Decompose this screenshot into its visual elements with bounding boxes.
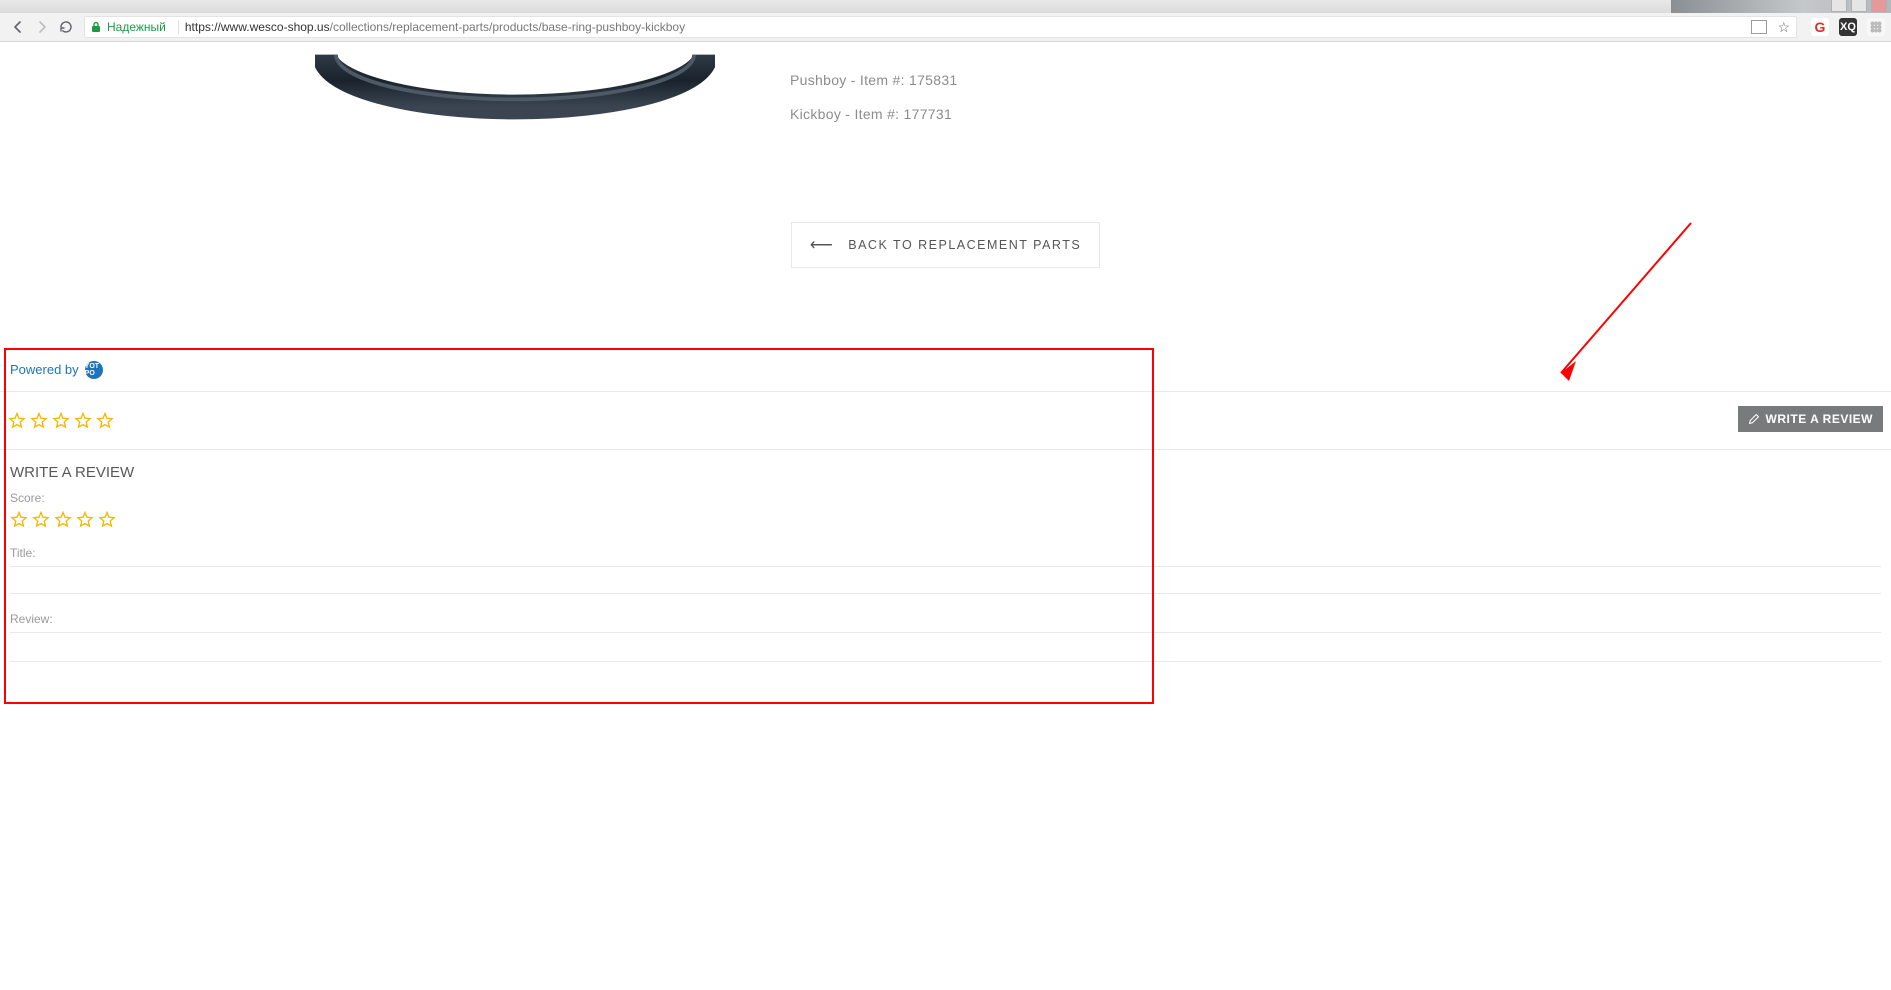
rating-stars (8, 412, 114, 430)
review-body-textarea[interactable] (10, 632, 1881, 662)
reload-button[interactable] (54, 15, 78, 39)
extension-g-icon[interactable]: G (1811, 18, 1829, 36)
back-link-wrap: ⟵ BACK TO REPLACEMENT PARTS (0, 162, 1891, 348)
product-image (240, 42, 790, 162)
product-section: Pushboy - Item #: 175831 Kickboy - Item … (0, 42, 1891, 162)
page-content: Pushboy - Item #: 175831 Kickboy - Item … (0, 42, 1891, 667)
star-outline-icon[interactable] (10, 511, 28, 529)
pencil-icon (1748, 413, 1760, 425)
powered-by-row: Powered by YOT PO (0, 348, 1891, 392)
rating-summary-row: WRITE A REVIEW (0, 392, 1891, 450)
url-text: https://www.wesco-shop.us/collections/re… (185, 20, 685, 34)
close-window-button[interactable] (1871, 0, 1887, 12)
star-outline-icon[interactable] (98, 511, 116, 529)
yotpo-badge-icon: YOT PO (85, 361, 103, 379)
maximize-button[interactable] (1851, 0, 1867, 12)
star-outline-icon (30, 412, 48, 430)
item-line: Kickboy - Item #: 177731 (790, 106, 958, 122)
write-review-button-label: WRITE A REVIEW (1766, 412, 1873, 426)
review-form: WRITE A REVIEW Score: Title: Review: (0, 450, 1891, 667)
product-ring-image (315, 52, 715, 162)
write-review-button[interactable]: WRITE A REVIEW (1738, 406, 1883, 432)
address-bar-actions: ☆ (1751, 19, 1790, 36)
browser-toolbar: Надежный https://www.wesco-shop.us/colle… (0, 13, 1891, 42)
extension-icons: G XQ (1803, 18, 1885, 36)
window-controls (1831, 0, 1887, 12)
review-form-heading: WRITE A REVIEW (10, 464, 1881, 481)
url-host: https://www.wesco-shop.us (185, 20, 330, 34)
score-label: Score: (10, 491, 1881, 505)
back-button[interactable] (6, 15, 30, 39)
forward-button[interactable] (30, 15, 54, 39)
address-bar[interactable]: Надежный https://www.wesco-shop.us/colle… (84, 16, 1797, 38)
star-outline-icon[interactable] (54, 511, 72, 529)
star-outline-icon (8, 412, 26, 430)
item-line: Pushboy - Item #: 175831 (790, 72, 958, 88)
minimize-button[interactable] (1831, 0, 1847, 12)
url-path: /collections/replacement-parts/products/… (330, 20, 686, 34)
powered-by-label: Powered by (10, 362, 79, 377)
review-label: Review: (10, 612, 1881, 626)
star-outline-icon (96, 412, 114, 430)
separator (178, 20, 179, 34)
translate-icon[interactable] (1751, 20, 1767, 34)
score-stars-input[interactable] (10, 511, 1881, 534)
extension-grid-icon[interactable] (1867, 18, 1885, 36)
title-label: Title: (10, 546, 1881, 560)
browser-title-bar: Base Ring Pushboy / Kic… × Data protecti… (0, 0, 1891, 13)
review-title-input[interactable] (10, 566, 1881, 594)
star-outline-icon[interactable] (32, 511, 50, 529)
star-outline-icon[interactable] (76, 511, 94, 529)
powered-by-link[interactable]: Powered by (10, 362, 79, 377)
star-outline-icon (74, 412, 92, 430)
star-outline-icon (52, 412, 70, 430)
extension-xq-icon[interactable]: XQ (1839, 18, 1857, 36)
arrow-left-icon: ⟵ (810, 235, 834, 255)
back-button-label: BACK TO REPLACEMENT PARTS (848, 238, 1081, 252)
product-info: Pushboy - Item #: 175831 Kickboy - Item … (790, 42, 958, 162)
security-label: Надежный (107, 20, 166, 34)
reviews-widget: Powered by YOT PO WRITE A REVIEW WRITE A… (0, 348, 1891, 667)
back-to-collection-button[interactable]: ⟵ BACK TO REPLACEMENT PARTS (791, 222, 1100, 268)
bookmark-star-icon[interactable]: ☆ (1777, 19, 1790, 36)
lock-icon (91, 21, 101, 33)
